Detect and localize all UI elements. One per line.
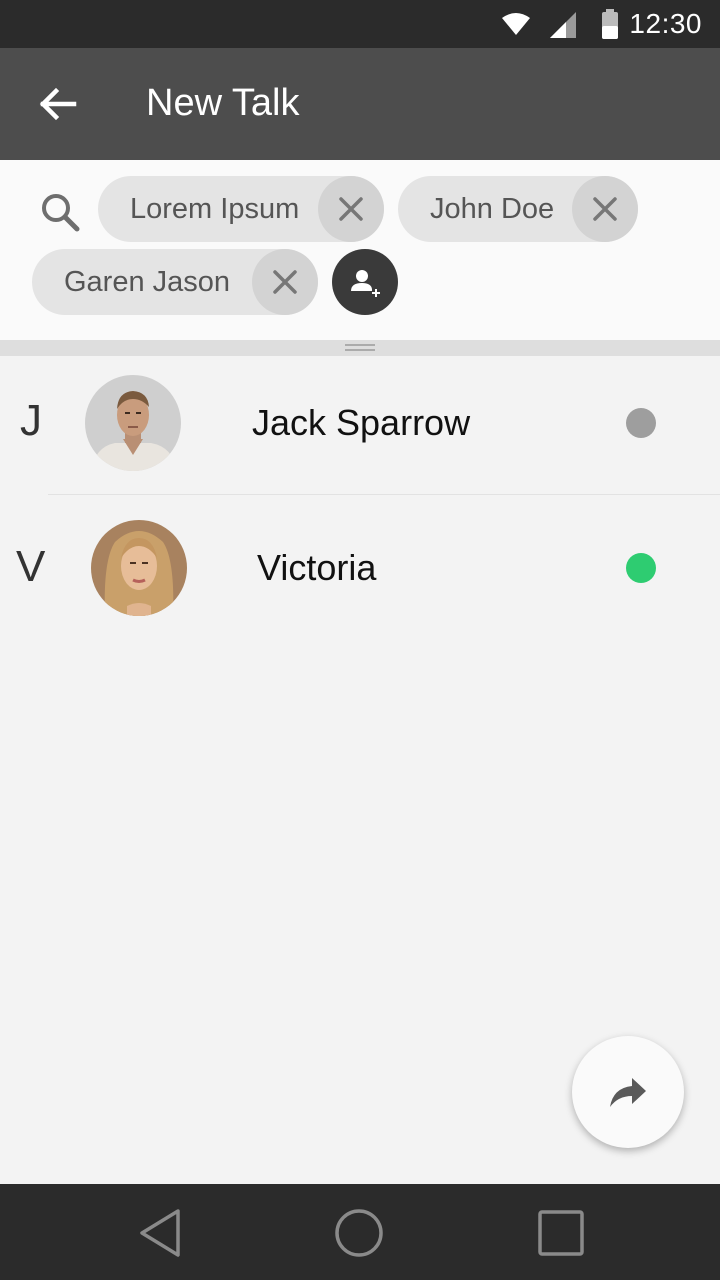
share-forward-icon: [610, 1078, 646, 1107]
battery-icon: [602, 9, 618, 39]
nav-home-button[interactable]: [332, 1206, 386, 1260]
chip-remove-button[interactable]: [318, 176, 384, 242]
chip-remove-button[interactable]: [252, 249, 318, 315]
recipient-chip[interactable]: Garen Jason: [32, 249, 318, 315]
status-indicator: [626, 408, 656, 438]
back-button[interactable]: [30, 76, 86, 132]
chip-label: John Doe: [430, 193, 555, 225]
avatar: [85, 375, 181, 471]
status-indicator: [626, 553, 656, 583]
drag-handle[interactable]: [0, 340, 720, 356]
chip-remove-button[interactable]: [572, 176, 638, 242]
status-bar: 12:30: [0, 0, 720, 48]
nav-recents-icon: [538, 1210, 584, 1256]
nav-back-icon: [140, 1209, 180, 1257]
recipient-chip[interactable]: Lorem Ipsum: [98, 176, 384, 242]
contact-row[interactable]: V Victoria: [0, 496, 720, 636]
arrow-back-icon: [39, 87, 77, 121]
index-letter: V: [16, 542, 46, 591]
status-time: 12:30: [629, 8, 702, 39]
grip-icon: [345, 344, 375, 351]
system-nav-bar: [0, 1184, 720, 1280]
forward-fab-button[interactable]: [572, 1036, 684, 1148]
close-icon: [593, 197, 617, 221]
recipient-chip[interactable]: John Doe: [398, 176, 638, 242]
divider: [48, 494, 720, 495]
page-title: New Talk: [146, 82, 300, 124]
nav-recents-button[interactable]: [534, 1206, 588, 1260]
close-icon: [273, 270, 297, 294]
wifi-icon: [502, 13, 530, 35]
chip-label: Garen Jason: [64, 266, 231, 298]
chip-label: Lorem Ipsum: [130, 193, 300, 225]
close-icon: [339, 197, 363, 221]
cell-signal-icon: [550, 12, 576, 38]
contact-name: Jack Sparrow: [252, 402, 471, 443]
contact-row[interactable]: J Jack Sparrow: [0, 356, 720, 496]
add-recipient-button[interactable]: [332, 249, 398, 315]
recipient-field: Lorem Ipsum John Doe Garen Jason: [0, 160, 720, 340]
index-letter: J: [20, 396, 42, 445]
contact-name: Victoria: [257, 547, 377, 588]
search-icon: [42, 194, 80, 232]
avatar: [91, 520, 187, 616]
nav-back-button[interactable]: [133, 1206, 187, 1260]
add-person-icon: [351, 270, 380, 297]
app-bar: New Talk: [0, 48, 720, 160]
search-button[interactable]: [38, 190, 82, 234]
nav-home-icon: [335, 1209, 383, 1257]
